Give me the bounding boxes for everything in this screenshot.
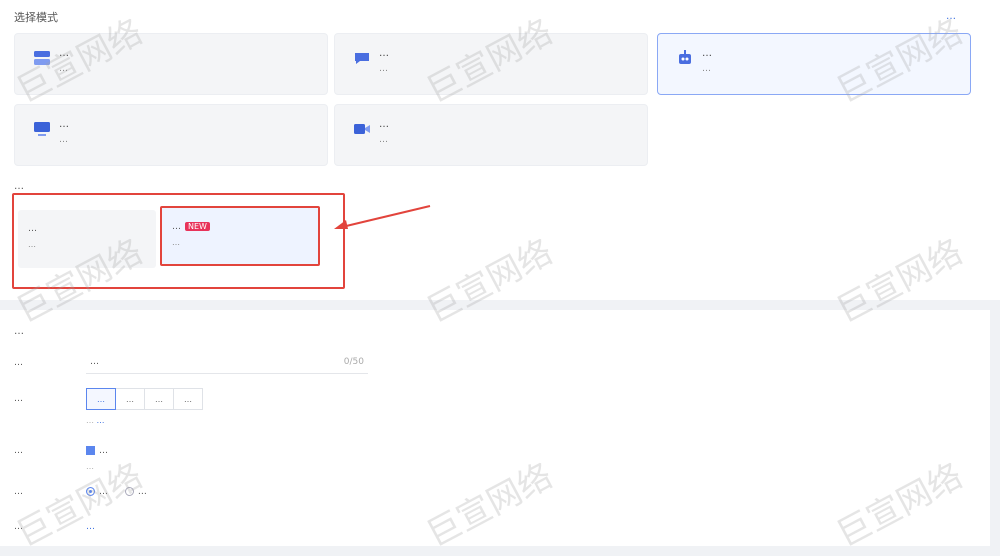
mode-option-2-label: … bbox=[137, 487, 147, 497]
type-option-3[interactable]: … bbox=[144, 388, 174, 410]
mode-card-title: … bbox=[379, 119, 389, 130]
type-option-2[interactable]: … bbox=[115, 388, 145, 410]
config-form-panel: … … … 0/50 … … … … … … … … … … … … … … … bbox=[0, 310, 990, 546]
video-icon bbox=[354, 124, 370, 134]
enable-checkbox[interactable]: … bbox=[86, 446, 108, 456]
enable-value: … bbox=[99, 446, 108, 456]
mode-selection-panel: 选择模式 … … … … … … … … … … … … … … … NEW … bbox=[0, 0, 1000, 300]
mode-label: … bbox=[14, 487, 23, 497]
monitor-icon bbox=[34, 122, 50, 136]
mode-card-desc: … bbox=[379, 64, 388, 74]
mode-card-chat[interactable]: … … bbox=[334, 33, 648, 95]
mode-card-server[interactable]: … … bbox=[14, 33, 328, 95]
mode-card-desc: … bbox=[59, 135, 68, 145]
radio-selected-icon bbox=[86, 487, 95, 496]
type-hint-link[interactable]: … bbox=[97, 416, 105, 425]
mode-option-1[interactable]: … bbox=[86, 487, 108, 497]
mode-card-title: … bbox=[59, 119, 69, 130]
sub-section-title: … bbox=[14, 181, 24, 192]
mode-radio-group: … … bbox=[86, 487, 161, 497]
mode-option-2[interactable]: … bbox=[124, 487, 147, 497]
mode-card-desc: … bbox=[59, 64, 68, 74]
highlight-annotation-box bbox=[12, 193, 345, 289]
type-label: … bbox=[14, 394, 23, 404]
mode-option-1-label: … bbox=[99, 487, 108, 497]
name-input-value: … bbox=[90, 357, 99, 367]
mode-card-title: … bbox=[702, 48, 712, 59]
section-title: 选择模式 bbox=[14, 11, 58, 24]
name-char-count: 0/50 bbox=[343, 357, 364, 367]
type-hint-text: … bbox=[86, 416, 94, 425]
annotation-arrow-icon bbox=[334, 205, 431, 229]
mode-card-monitor[interactable]: … … bbox=[14, 104, 328, 166]
mode-card-desc: … bbox=[702, 64, 711, 74]
mode-card-video[interactable]: … … bbox=[334, 104, 648, 166]
chat-icon bbox=[355, 53, 369, 64]
adv-label: … bbox=[14, 522, 23, 532]
server-icon bbox=[34, 51, 50, 65]
robot-icon bbox=[679, 50, 691, 64]
mode-card-title: … bbox=[379, 48, 389, 59]
enable-hint: … bbox=[86, 462, 94, 471]
mode-card-desc: … bbox=[379, 135, 388, 145]
radio-unselected-icon bbox=[124, 487, 134, 496]
mode-card-robot[interactable]: … … bbox=[657, 33, 971, 95]
top-link[interactable]: … bbox=[946, 11, 956, 22]
type-option-1[interactable]: … bbox=[86, 388, 116, 410]
mode-card-title: … bbox=[59, 48, 69, 59]
type-option-4[interactable]: … bbox=[173, 388, 203, 410]
type-hint: … … bbox=[86, 416, 105, 425]
name-input[interactable]: … 0/50 bbox=[86, 352, 368, 374]
enable-label: … bbox=[14, 446, 23, 456]
type-radio-group: … … … … bbox=[86, 388, 203, 410]
checkbox-checked-icon bbox=[86, 446, 95, 455]
name-label: … bbox=[14, 358, 23, 368]
form-title: … bbox=[14, 326, 24, 337]
adv-link[interactable]: … bbox=[86, 522, 95, 532]
